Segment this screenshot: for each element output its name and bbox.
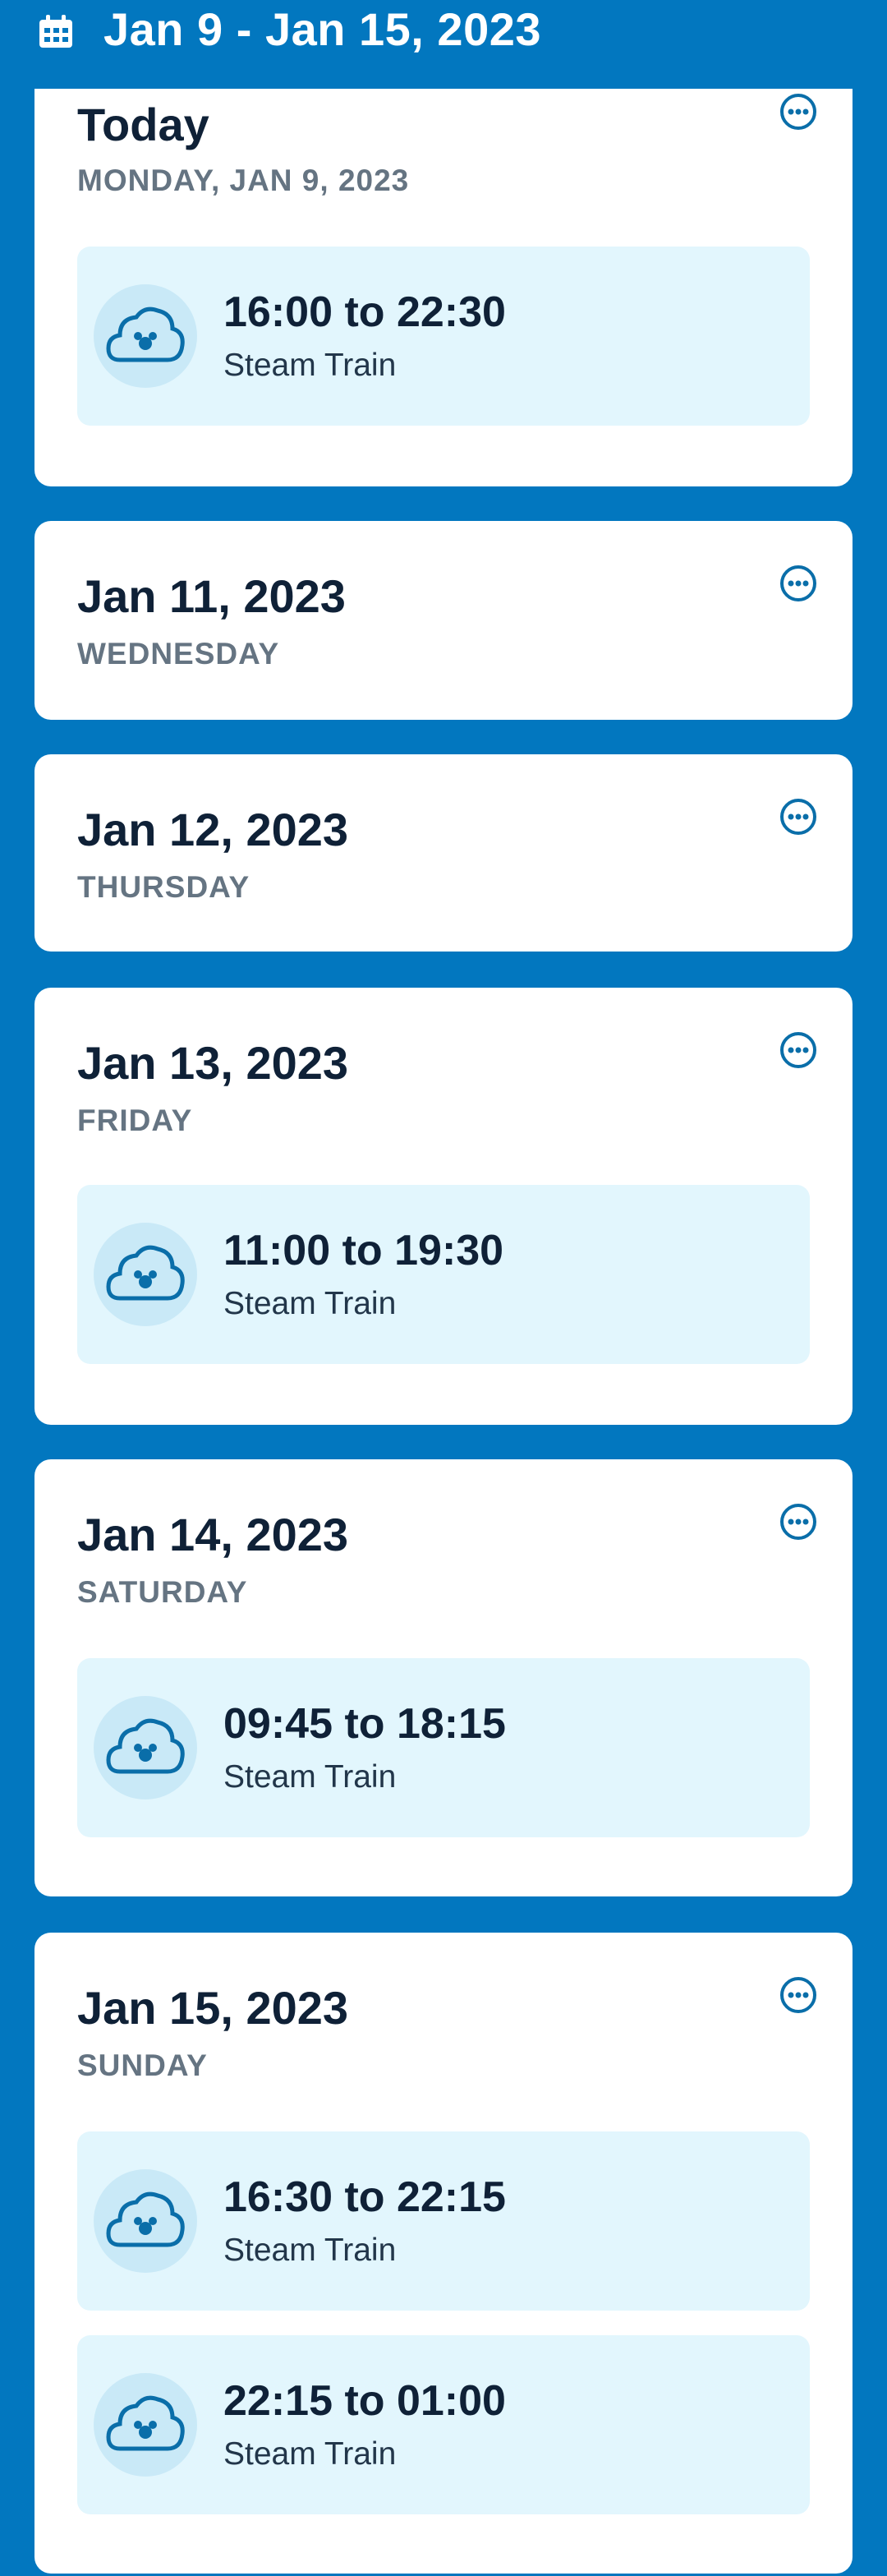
day-card-jan-12: Jan 12, 2023 THURSDAY [34, 754, 853, 952]
more-options-icon[interactable] [779, 797, 818, 836]
more-options-icon[interactable] [779, 1030, 818, 1070]
day-card-jan-11: Jan 11, 2023 WEDNESDAY [34, 521, 853, 720]
day-card-jan-14: Jan 14, 2023 SATURDAY 09:45 to 18:15 Ste… [34, 1459, 853, 1896]
attraction-badge [94, 1223, 197, 1326]
slot-time: 22:15 to 01:00 [223, 2377, 506, 2425]
day-weekday: THURSDAY [77, 870, 250, 904]
day-weekday: WEDNESDAY [77, 637, 280, 670]
day-weekday: SATURDAY [77, 1575, 248, 1609]
schedule-slot[interactable]: 11:00 to 19:30 Steam Train [77, 1185, 810, 1364]
slot-name: Steam Train [223, 2436, 397, 2472]
mickey-cloud-icon [106, 306, 185, 362]
day-card-jan-13: Jan 13, 2023 FRIDAY 11:00 to 19:30 Steam… [34, 988, 853, 1425]
schedule-slot[interactable]: 16:00 to 22:30 Steam Train [77, 247, 810, 426]
schedule-slot[interactable]: 16:30 to 22:15 Steam Train [77, 2131, 810, 2311]
day-card-jan-15: Jan 15, 2023 SUNDAY 16:30 to 22:15 Steam… [34, 1933, 853, 2574]
attraction-badge [94, 284, 197, 388]
attraction-badge [94, 2169, 197, 2273]
slot-time: 16:00 to 22:30 [223, 288, 506, 336]
attraction-badge [94, 1696, 197, 1800]
more-options-icon[interactable] [779, 92, 818, 131]
day-date: Jan 15, 2023 [77, 1982, 349, 2034]
slot-name: Steam Train [223, 1759, 397, 1795]
day-date: Jan 13, 2023 [77, 1037, 349, 1089]
mickey-cloud-icon [106, 1245, 185, 1301]
day-date: Jan 12, 2023 [77, 804, 349, 855]
more-options-icon[interactable] [779, 1975, 818, 2015]
day-weekday: SUNDAY [77, 2048, 208, 2082]
mickey-cloud-icon [106, 2395, 185, 2451]
attraction-badge [94, 2373, 197, 2477]
calendar-icon [39, 15, 72, 48]
slot-name: Steam Train [223, 2233, 397, 2268]
slot-time: 11:00 to 19:30 [223, 1227, 504, 1274]
mickey-cloud-icon [106, 1718, 185, 1774]
more-options-icon[interactable] [779, 1502, 818, 1541]
slot-time: 09:45 to 18:15 [223, 1700, 506, 1748]
slot-name: Steam Train [223, 1286, 397, 1321]
header-bar: Jan 9 - Jan 15, 2023 [0, 0, 887, 87]
day-date: Today [77, 99, 209, 150]
schedule-slot[interactable]: 22:15 to 01:00 Steam Train [77, 2335, 810, 2514]
day-date: Jan 11, 2023 [77, 570, 346, 622]
mickey-cloud-icon [106, 2191, 185, 2247]
day-weekday: FRIDAY [77, 1104, 193, 1137]
slot-name: Steam Train [223, 348, 397, 383]
schedule-slot[interactable]: 09:45 to 18:15 Steam Train [77, 1658, 810, 1837]
day-card-today: Today MONDAY, JAN 9, 2023 16:00 to 22:30… [34, 89, 853, 486]
day-date: Jan 14, 2023 [77, 1509, 349, 1560]
more-options-icon[interactable] [779, 564, 818, 603]
slot-time: 16:30 to 22:15 [223, 2173, 506, 2221]
day-weekday: MONDAY, JAN 9, 2023 [77, 164, 410, 197]
week-range-title: Jan 9 - Jan 15, 2023 [103, 3, 542, 55]
